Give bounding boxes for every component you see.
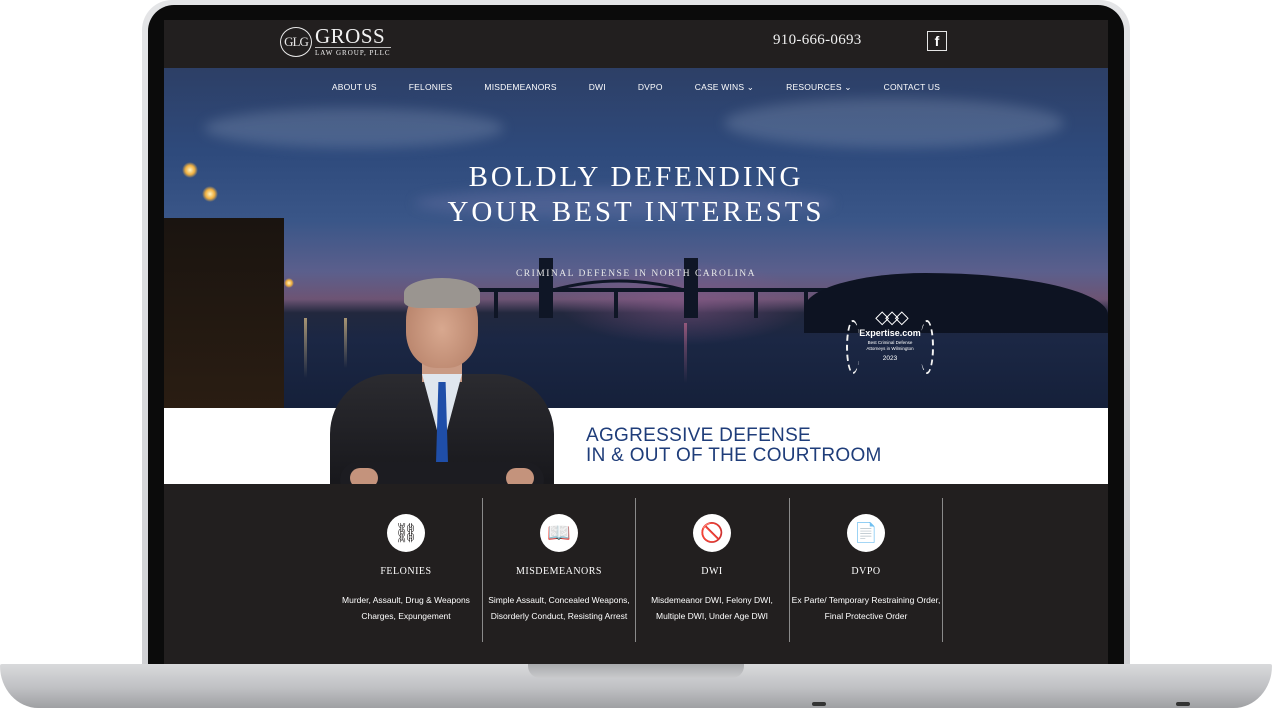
nav-case-wins[interactable]: CASE WINS ⌄	[679, 82, 770, 93]
cloud-decoration	[724, 98, 1064, 148]
site-logo[interactable]: GLG GROSS LAW GROUP, PLLC	[280, 26, 391, 57]
practice-areas-section: ⛓ FELONIES Murder, Assault, Drug & Weapo…	[164, 484, 1108, 664]
practice-card-description: Simple Assault, Concealed Weapons, Disor…	[488, 595, 630, 621]
laurel-right-icon	[920, 320, 934, 374]
expertise-award-badge[interactable]: ◇◇◇ Expertise.com Best Criminal Defense …	[844, 308, 936, 388]
nav-dwi[interactable]: DWI	[573, 82, 622, 93]
nav-misdemeanors[interactable]: MISDEMEANORS	[468, 82, 572, 93]
site-header: GLG GROSS LAW GROUP, PLLC 910-666-0693 f	[164, 20, 1108, 68]
practice-card-title: FELONIES	[380, 566, 432, 577]
nav-contact-us[interactable]: CONTACT US	[868, 82, 956, 93]
attorney-hair	[404, 278, 480, 308]
main-navigation: ABOUT US FELONIES MISDEMEANORS DWI DVPO …	[164, 82, 1108, 93]
lamp-light	[284, 278, 294, 288]
phone-number-link[interactable]: 910-666-0693	[773, 32, 862, 49]
nav-resources[interactable]: RESOURCES ⌄	[770, 82, 868, 93]
cloud-decoration	[204, 108, 504, 148]
diamond-logo-icon: ◇◇◇	[875, 307, 909, 327]
facebook-icon[interactable]: f	[927, 31, 947, 51]
practice-card-dwi[interactable]: 🚫 DWI Misdemeanor DWI, Felony DWI, Multi…	[636, 500, 788, 642]
practice-card-felonies[interactable]: ⛓ FELONIES Murder, Assault, Drug & Weapo…	[330, 500, 482, 642]
dock-scene	[164, 218, 284, 408]
light-reflection	[304, 318, 307, 378]
tagline-line-1: AGGRESSIVE DEFENSE	[586, 425, 812, 446]
legal-document-icon: 📄	[847, 514, 885, 552]
light-reflection	[684, 323, 687, 383]
practice-card-misdemeanors[interactable]: 📖 MISDEMEANORS Simple Assault, Concealed…	[483, 500, 635, 642]
logo-text: GROSS LAW GROUP, PLLC	[315, 26, 391, 57]
handcuffs-icon: ⛓	[387, 514, 425, 552]
practice-card-description: Murder, Assault, Drug & Weapons Charges,…	[342, 595, 470, 621]
logo-mark-icon: GLG	[280, 26, 312, 57]
logo-subtitle: LAW GROUP, PLLC	[315, 47, 391, 57]
no-drinking-car-icon: 🚫	[693, 514, 731, 552]
attorney-photo	[330, 278, 554, 504]
headline-line-1: BOLDLY DEFENDING	[468, 161, 804, 193]
card-divider	[942, 498, 943, 642]
practice-card-title: DVPO	[851, 566, 881, 577]
laptop-foot	[812, 702, 826, 706]
laurel-left-icon	[846, 320, 860, 374]
tagline-line-2: IN & OUT OF THE COURTROOM	[586, 445, 882, 466]
laptop-opening-notch	[528, 664, 744, 678]
practice-card-description: Misdemeanor DWI, Felony DWI, Multiple DW…	[651, 595, 773, 621]
hero-headline: BOLDLY DEFENDING YOUR BEST INTERESTS	[164, 160, 1108, 230]
hero-subheadline: CRIMINAL DEFENSE IN NORTH CAROLINA	[515, 269, 757, 279]
website-screen: GLG GROSS LAW GROUP, PLLC 910-666-0693 f	[164, 20, 1108, 664]
practice-card-title: DWI	[701, 566, 723, 577]
law-book-icon: 📖	[540, 514, 578, 552]
practice-card-description: Ex Parte/ Temporary Restraining Order, F…	[791, 595, 941, 621]
tagline-text: AGGRESSIVE DEFENSE IN & OUT OF THE COURT…	[586, 426, 882, 466]
laptop-foot	[1176, 702, 1190, 706]
nav-about-us[interactable]: ABOUT US	[316, 82, 393, 93]
headline-line-2: YOUR BEST INTERESTS	[447, 196, 825, 228]
practice-card-title: MISDEMEANORS	[515, 566, 602, 577]
nav-dvpo[interactable]: DVPO	[622, 82, 679, 93]
nav-felonies[interactable]: FELONIES	[393, 82, 469, 93]
hero-section: ABOUT US FELONIES MISDEMEANORS DWI DVPO …	[164, 68, 1108, 408]
logo-name: GROSS	[315, 24, 386, 48]
practice-card-dvpo[interactable]: 📄 DVPO Ex Parte/ Temporary Restraining O…	[790, 500, 942, 642]
